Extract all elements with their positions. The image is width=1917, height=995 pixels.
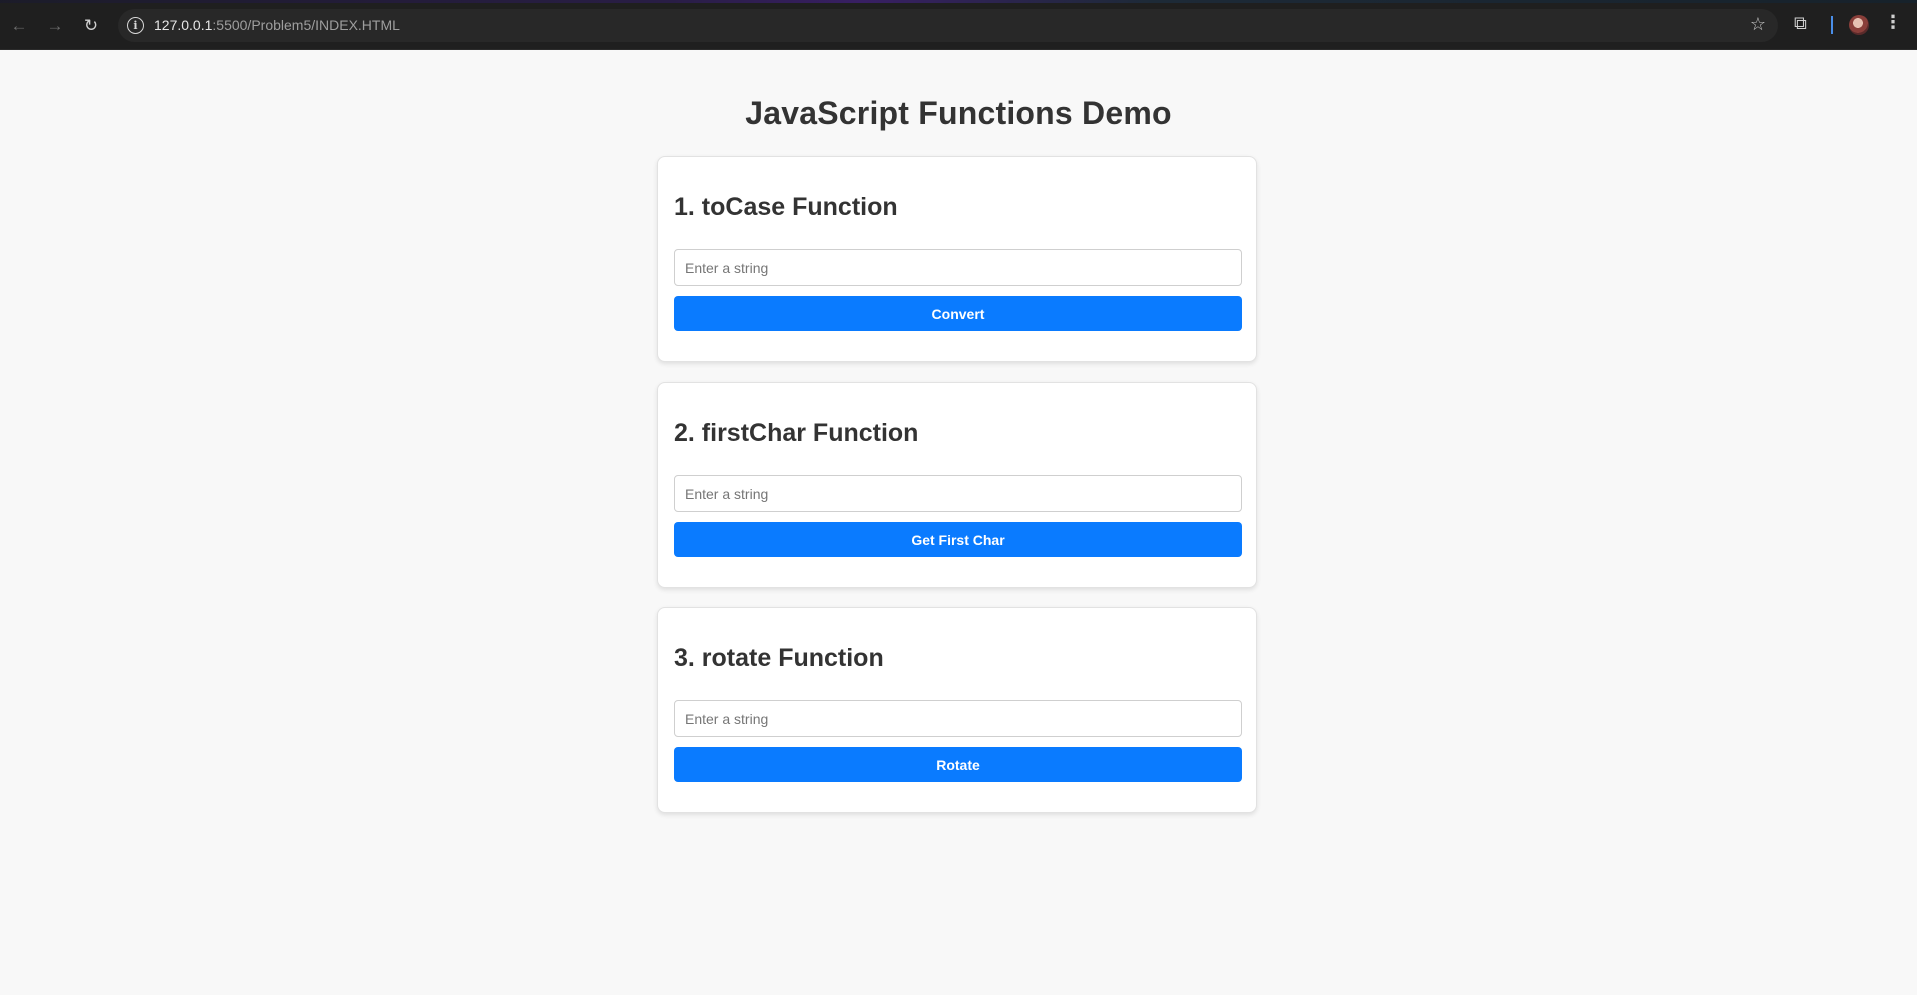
toolbar-divider (1831, 16, 1833, 34)
reload-icon[interactable]: ↻ (76, 10, 106, 40)
firstchar-heading: 2. firstChar Function (674, 419, 919, 447)
back-arrow-icon[interactable]: ← (4, 10, 34, 40)
get-first-char-button[interactable]: Get First Char (674, 522, 1242, 557)
page-title: JavaScript Functions Demo (745, 95, 1172, 131)
rotate-heading: 3. rotate Function (674, 644, 884, 672)
url-path: :5500/Problem5/INDEX.HTML (212, 17, 400, 33)
firstchar-card: 2. firstChar Function Get First Char (657, 382, 1257, 588)
url-text[interactable]: 127.0.0.1:5500/Problem5/INDEX.HTML (154, 17, 400, 33)
url-host: 127.0.0.1 (154, 17, 213, 33)
tocase-card: 1. toCase Function Convert (657, 156, 1257, 362)
address-bar[interactable]: i 127.0.0.1:5500/Problem5/INDEX.HTML ☆ (118, 9, 1778, 42)
convert-button[interactable]: Convert (674, 296, 1242, 331)
rotate-input[interactable] (674, 700, 1242, 737)
tocase-heading: 1. toCase Function (674, 193, 898, 221)
profile-avatar[interactable] (1849, 15, 1869, 35)
browser-toolbar: ← → ↻ i 127.0.0.1:5500/Problem5/INDEX.HT… (0, 0, 1917, 50)
rotate-card: 3. rotate Function Rotate (657, 607, 1257, 813)
toolbar-glow (0, 0, 1917, 3)
bookmark-star-icon[interactable]: ☆ (1750, 14, 1766, 35)
rotate-button[interactable]: Rotate (674, 747, 1242, 782)
tocase-input[interactable] (674, 249, 1242, 286)
firstchar-input[interactable] (674, 475, 1242, 512)
forward-arrow-icon[interactable]: → (40, 10, 70, 40)
extensions-puzzle-icon[interactable]: ⧉ (1794, 13, 1807, 34)
menu-dots-icon[interactable]: ⋮ (1884, 12, 1902, 33)
site-info-icon[interactable]: i (127, 17, 144, 34)
